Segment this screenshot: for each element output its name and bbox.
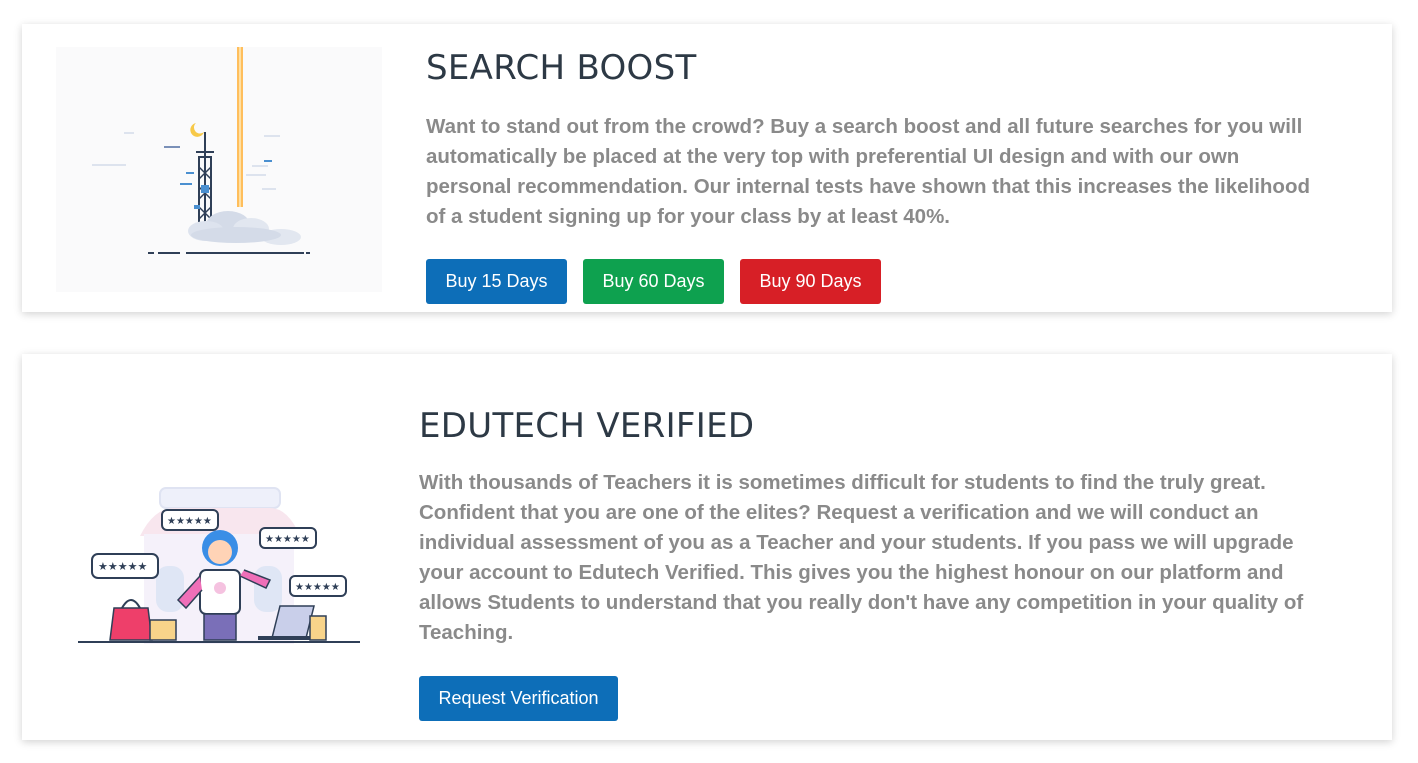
search-boost-description: Want to stand out from the crowd? Buy a …	[426, 115, 1310, 228]
rocket-launch-icon	[92, 47, 310, 254]
teacher-reviews-illustration: ★★★★★ ★★★★★ ★★★★★ ★★★★★	[74, 476, 374, 656]
search-boost-title: SEARCH BOOST	[426, 48, 697, 88]
edutech-verified-title: EDUTECH VERIFIED	[419, 406, 755, 446]
svg-text:★★★★★: ★★★★★	[167, 516, 212, 527]
buy-15-days-button[interactable]: Buy 15 Days	[426, 259, 567, 304]
buy-90-days-button[interactable]: Buy 90 Days	[740, 259, 881, 304]
rocket-launch-illustration	[56, 47, 382, 292]
svg-text:★★★★★: ★★★★★	[295, 582, 340, 593]
teacher-reviews-icon: ★★★★★ ★★★★★ ★★★★★ ★★★★★	[78, 487, 360, 644]
search-boost-content: SEARCH BOOST Want to stand out from the …	[426, 44, 1356, 305]
edutech-verified-card: ★★★★★ ★★★★★ ★★★★★ ★★★★★ EDUTECH VERIFIED…	[22, 354, 1392, 740]
buy-60-days-button[interactable]: Buy 60 Days	[583, 259, 724, 304]
edutech-verified-description: With thousands of Teachers it is sometim…	[419, 471, 1304, 644]
edutech-verified-content: EDUTECH VERIFIED With thousands of Teach…	[419, 402, 1349, 721]
search-boost-buttons: Buy 15 Days Buy 60 Days Buy 90 Days	[426, 259, 1356, 305]
svg-text:★★★★★: ★★★★★	[265, 534, 310, 545]
request-verification-button[interactable]: Request Verification	[419, 676, 618, 721]
search-boost-card: SEARCH BOOST Want to stand out from the …	[22, 24, 1392, 312]
svg-text:★★★★★: ★★★★★	[98, 560, 147, 573]
